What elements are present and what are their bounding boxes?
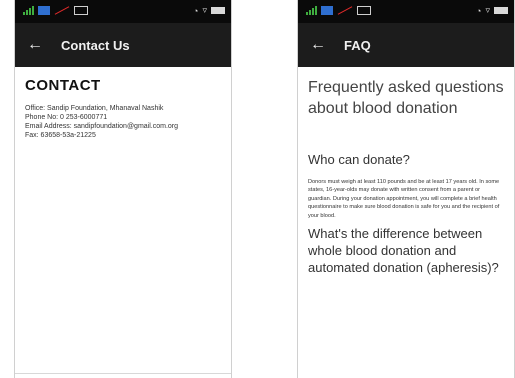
signal-icon — [23, 5, 34, 15]
battery-icon — [494, 7, 508, 14]
faq-question: Who can donate? — [308, 152, 410, 167]
status-bar: ◔ ▿ — [298, 0, 514, 23]
no-signal-icon — [337, 5, 353, 15]
status-indicators — [23, 5, 88, 15]
page-title: Contact Us — [61, 37, 130, 53]
contact-heading: CONTACT — [25, 77, 101, 94]
contact-screen: ◔ ▿ ← Contact Us CONTACT Office: Sandip … — [14, 0, 232, 378]
signal-icon — [306, 5, 317, 15]
app-bar: ← FAQ — [298, 23, 514, 67]
network-badge-icon — [38, 5, 50, 15]
office-line: Office: Sandip Foundation, Mhanaval Nash… — [25, 105, 164, 112]
no-signal-icon — [54, 5, 70, 15]
app-bar: ← Contact Us — [15, 23, 231, 67]
fax-line: Fax: 63658-53a-21225 — [25, 132, 96, 139]
status-right: ◔ ▿ — [476, 5, 508, 16]
back-arrow-icon[interactable]: ← — [302, 36, 334, 54]
back-arrow-icon[interactable]: ← — [19, 36, 51, 54]
email-line[interactable]: Email Address: sandipfoundation@gmail.co… — [25, 122, 221, 131]
battery-icon — [211, 7, 225, 14]
phone-line[interactable]: Phone No: 0 253-6000771 — [25, 113, 221, 122]
status-indicators — [306, 5, 371, 15]
status-right: ◔ ▿ — [193, 5, 225, 16]
network-badge-icon — [321, 5, 333, 15]
page-title: FAQ — [344, 37, 371, 53]
faq-screen: ◔ ▿ ← FAQ Frequently asked questions abo… — [297, 0, 515, 378]
alarm-icon: ▿ — [485, 5, 490, 15]
wifi-icon: ◔ — [193, 5, 199, 16]
faq-answer: Donors must weigh at least 110 pounds an… — [308, 179, 500, 219]
faq-content[interactable]: Frequently asked questions about blood d… — [298, 67, 514, 296]
screen-icon — [74, 5, 88, 15]
divider — [15, 373, 231, 374]
screen-icon — [357, 5, 371, 15]
alarm-icon: ▿ — [202, 5, 207, 15]
wifi-icon: ◔ — [476, 5, 482, 16]
faq-question: What's the difference between whole bloo… — [308, 226, 499, 276]
status-bar: ◔ ▿ — [15, 0, 231, 23]
contact-content: CONTACT Office: Sandip Foundation, Mhana… — [15, 67, 231, 150]
faq-title: Frequently asked questions about blood d… — [308, 79, 504, 117]
